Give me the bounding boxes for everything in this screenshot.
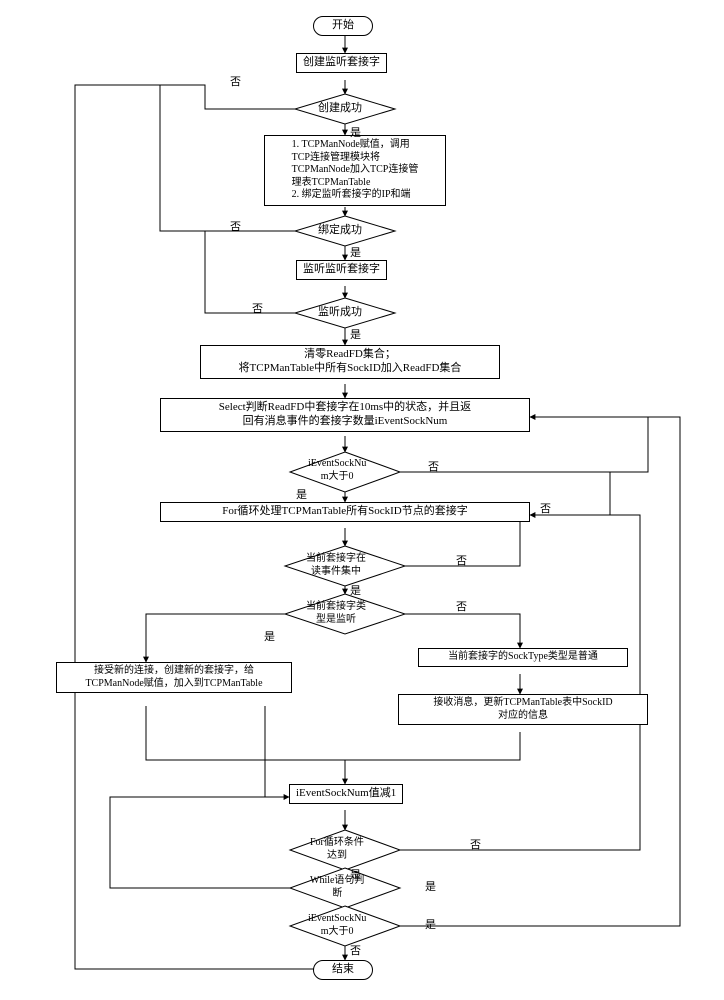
- edge-no-6: 否: [456, 552, 467, 568]
- edge-yes-6: 是: [264, 628, 275, 644]
- process-accept-new: 接受新的连接，创建新的套接字，给 TCPManNode赋值，加入到TCPManT…: [56, 662, 292, 693]
- terminator-end: 结束: [313, 960, 373, 980]
- edge-yes-2: 是: [350, 244, 361, 260]
- dec-evn-label: iEventSockNum值减1: [296, 787, 396, 801]
- edge-yes-4: 是: [296, 486, 307, 502]
- process-create-socket: 创建监听套接字: [296, 53, 387, 73]
- select-label: Select判断ReadFD中套接字在10ms中的状态，并且返 回有消息事件的套…: [219, 401, 471, 429]
- start-label: 开始: [332, 19, 354, 33]
- edge-yes-1: 是: [350, 124, 361, 140]
- clear-readfd-label: 清零ReadFD集合； 将TCPManTable中所有SockID加入ReadF…: [239, 348, 462, 376]
- assign-bind-label: 1. TCPManNode赋值，调用 TCP连接管理模块将 TCPManNode…: [292, 139, 419, 202]
- edge-no-5: 否: [540, 500, 551, 516]
- for-loop-label: For循环处理TCPManTable所有SockID节点的套接字: [222, 505, 468, 519]
- edge-yes-5: 是: [350, 582, 361, 598]
- process-clear-readfd: 清零ReadFD集合； 将TCPManTable中所有SockID加入ReadF…: [200, 345, 500, 379]
- process-socktype-normal: 当前套接字的SockType类型是普通: [418, 648, 628, 667]
- listen-socket-label: 监听监听套接字: [303, 263, 380, 277]
- accept-new-label: 接受新的连接，创建新的套接字，给 TCPManNode赋值，加入到TCPManT…: [85, 665, 262, 690]
- process-listen-socket: 监听监听套接字: [296, 260, 387, 280]
- edge-no-1: 否: [230, 73, 241, 89]
- edge-no-8: 否: [470, 836, 481, 852]
- edge-yes-7: 是: [350, 866, 361, 882]
- create-socket-label: 创建监听套接字: [303, 56, 380, 70]
- process-dec-evn: iEventSockNum值减1: [289, 784, 403, 804]
- edge-no-3: 否: [252, 300, 263, 316]
- process-assign-bind: 1. TCPManNode赋值，调用 TCP连接管理模块将 TCPManNode…: [264, 135, 446, 206]
- edge-yes-8: 是: [425, 878, 436, 894]
- edge-no-4: 否: [428, 458, 439, 474]
- process-for-loop: For循环处理TCPManTable所有SockID节点的套接字: [160, 502, 530, 522]
- end-label: 结束: [332, 963, 354, 977]
- edge-no-9: 否: [350, 942, 361, 958]
- edge-no-2: 否: [230, 218, 241, 234]
- process-select: Select判断ReadFD中套接字在10ms中的状态，并且返 回有消息事件的套…: [160, 398, 530, 432]
- terminator-start: 开始: [313, 16, 373, 36]
- edge-yes-3: 是: [350, 326, 361, 342]
- socktype-normal-label: 当前套接字的SockType类型是普通: [448, 651, 598, 664]
- recv-update-label: 接收消息，更新TCPManTable表中SockID 对应的信息: [433, 697, 612, 722]
- process-recv-update: 接收消息，更新TCPManTable表中SockID 对应的信息: [398, 694, 648, 725]
- edge-yes-9: 是: [425, 916, 436, 932]
- edge-no-7: 否: [456, 598, 467, 614]
